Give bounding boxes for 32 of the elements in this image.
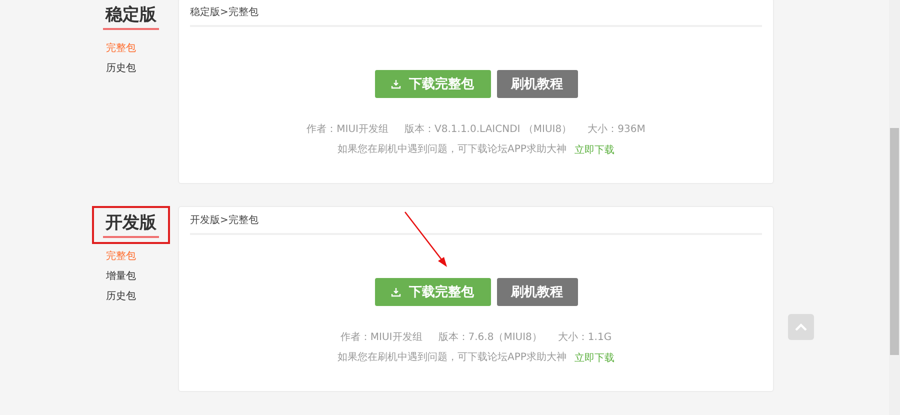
title-underline	[103, 28, 159, 30]
annotation-arrow	[403, 210, 449, 269]
download-button[interactable]: 下载完整包	[374, 70, 490, 98]
info-text: 作者：MIUI开发组	[340, 331, 422, 345]
info-text: 大小：936M	[588, 123, 646, 137]
back-to-top-button[interactable]	[788, 314, 814, 340]
download-button[interactable]: 下载完整包	[374, 278, 490, 306]
info-text: 大小：1.1G	[558, 331, 612, 345]
download-icon	[391, 287, 401, 297]
sidebar-item[interactable]: 历史包	[106, 62, 178, 76]
sidebar-item[interactable]: 历史包	[106, 290, 178, 304]
help-text: 如果您在刷机中遇到问题，可下载论坛APP求助大神	[338, 351, 566, 365]
breadcrumb: 稳定版>完整包	[190, 6, 258, 19]
info-text: 版本：V8.1.1.0.LAICNDI （MIUI8）	[404, 123, 572, 137]
download-link[interactable]: 立即下载	[574, 351, 614, 365]
chevron-up-icon	[795, 323, 807, 331]
info-text: 版本：7.6.8（MIUI8）	[438, 331, 542, 345]
section-title: 开发版	[106, 212, 156, 232]
sidebar-item[interactable]: 完整包	[106, 42, 178, 56]
tutorial-button[interactable]: 刷机教程	[496, 278, 578, 306]
scrollbar-thumb[interactable]	[890, 128, 899, 355]
sidebar-item[interactable]: 增量包	[106, 270, 178, 284]
sidebar-item[interactable]: 完整包	[106, 250, 178, 264]
scrollbar[interactable]	[889, 0, 900, 415]
download-link[interactable]: 立即下载	[574, 143, 614, 157]
tutorial-button[interactable]: 刷机教程	[496, 70, 578, 98]
breadcrumb: 开发版>完整包	[190, 214, 258, 227]
download-icon	[391, 79, 401, 89]
title-underline	[103, 236, 159, 238]
help-text: 如果您在刷机中遇到问题，可下载论坛APP求助大神	[338, 143, 566, 157]
section-title: 稳定版	[106, 4, 156, 24]
info-text: 作者：MIUI开发组	[306, 123, 389, 137]
